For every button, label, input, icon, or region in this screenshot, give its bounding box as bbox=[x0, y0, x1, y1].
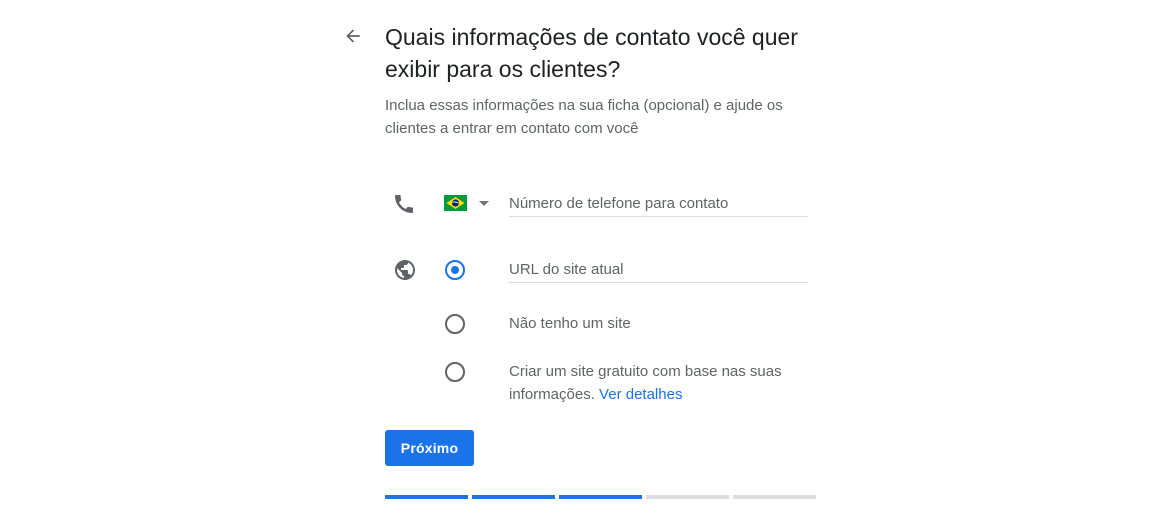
progress-step bbox=[733, 495, 816, 499]
phone-icon bbox=[395, 195, 413, 213]
back-button[interactable] bbox=[340, 23, 366, 49]
chevron-down-icon bbox=[479, 200, 489, 206]
next-button[interactable]: Próximo bbox=[385, 430, 474, 466]
radio-no-site[interactable] bbox=[445, 314, 465, 334]
page-title: Quais informações de contato você quer e… bbox=[385, 24, 798, 82]
globe-icon bbox=[395, 260, 415, 280]
brazil-flag-icon bbox=[444, 195, 467, 211]
no-site-label[interactable]: Não tenho um site bbox=[509, 313, 819, 336]
radio-current-site-url[interactable] bbox=[445, 260, 465, 280]
radio-selected-dot bbox=[451, 266, 459, 274]
arrow-back-icon bbox=[346, 29, 360, 43]
create-site-label[interactable]: Criar um site gratuito com base nas suas… bbox=[509, 361, 819, 406]
progress-step bbox=[385, 495, 468, 499]
website-url-input[interactable] bbox=[509, 256, 808, 283]
see-details-link[interactable]: Ver detalhes bbox=[599, 386, 682, 403]
progress-step bbox=[472, 495, 555, 499]
progress-step bbox=[646, 495, 729, 499]
progress-bar bbox=[385, 495, 816, 499]
country-code-select[interactable] bbox=[444, 193, 494, 213]
phone-input[interactable] bbox=[509, 190, 808, 217]
page-subtitle: Inclua essas informações na sua ficha (o… bbox=[385, 97, 783, 137]
radio-create-free-site[interactable] bbox=[445, 362, 465, 382]
progress-step bbox=[559, 495, 642, 499]
